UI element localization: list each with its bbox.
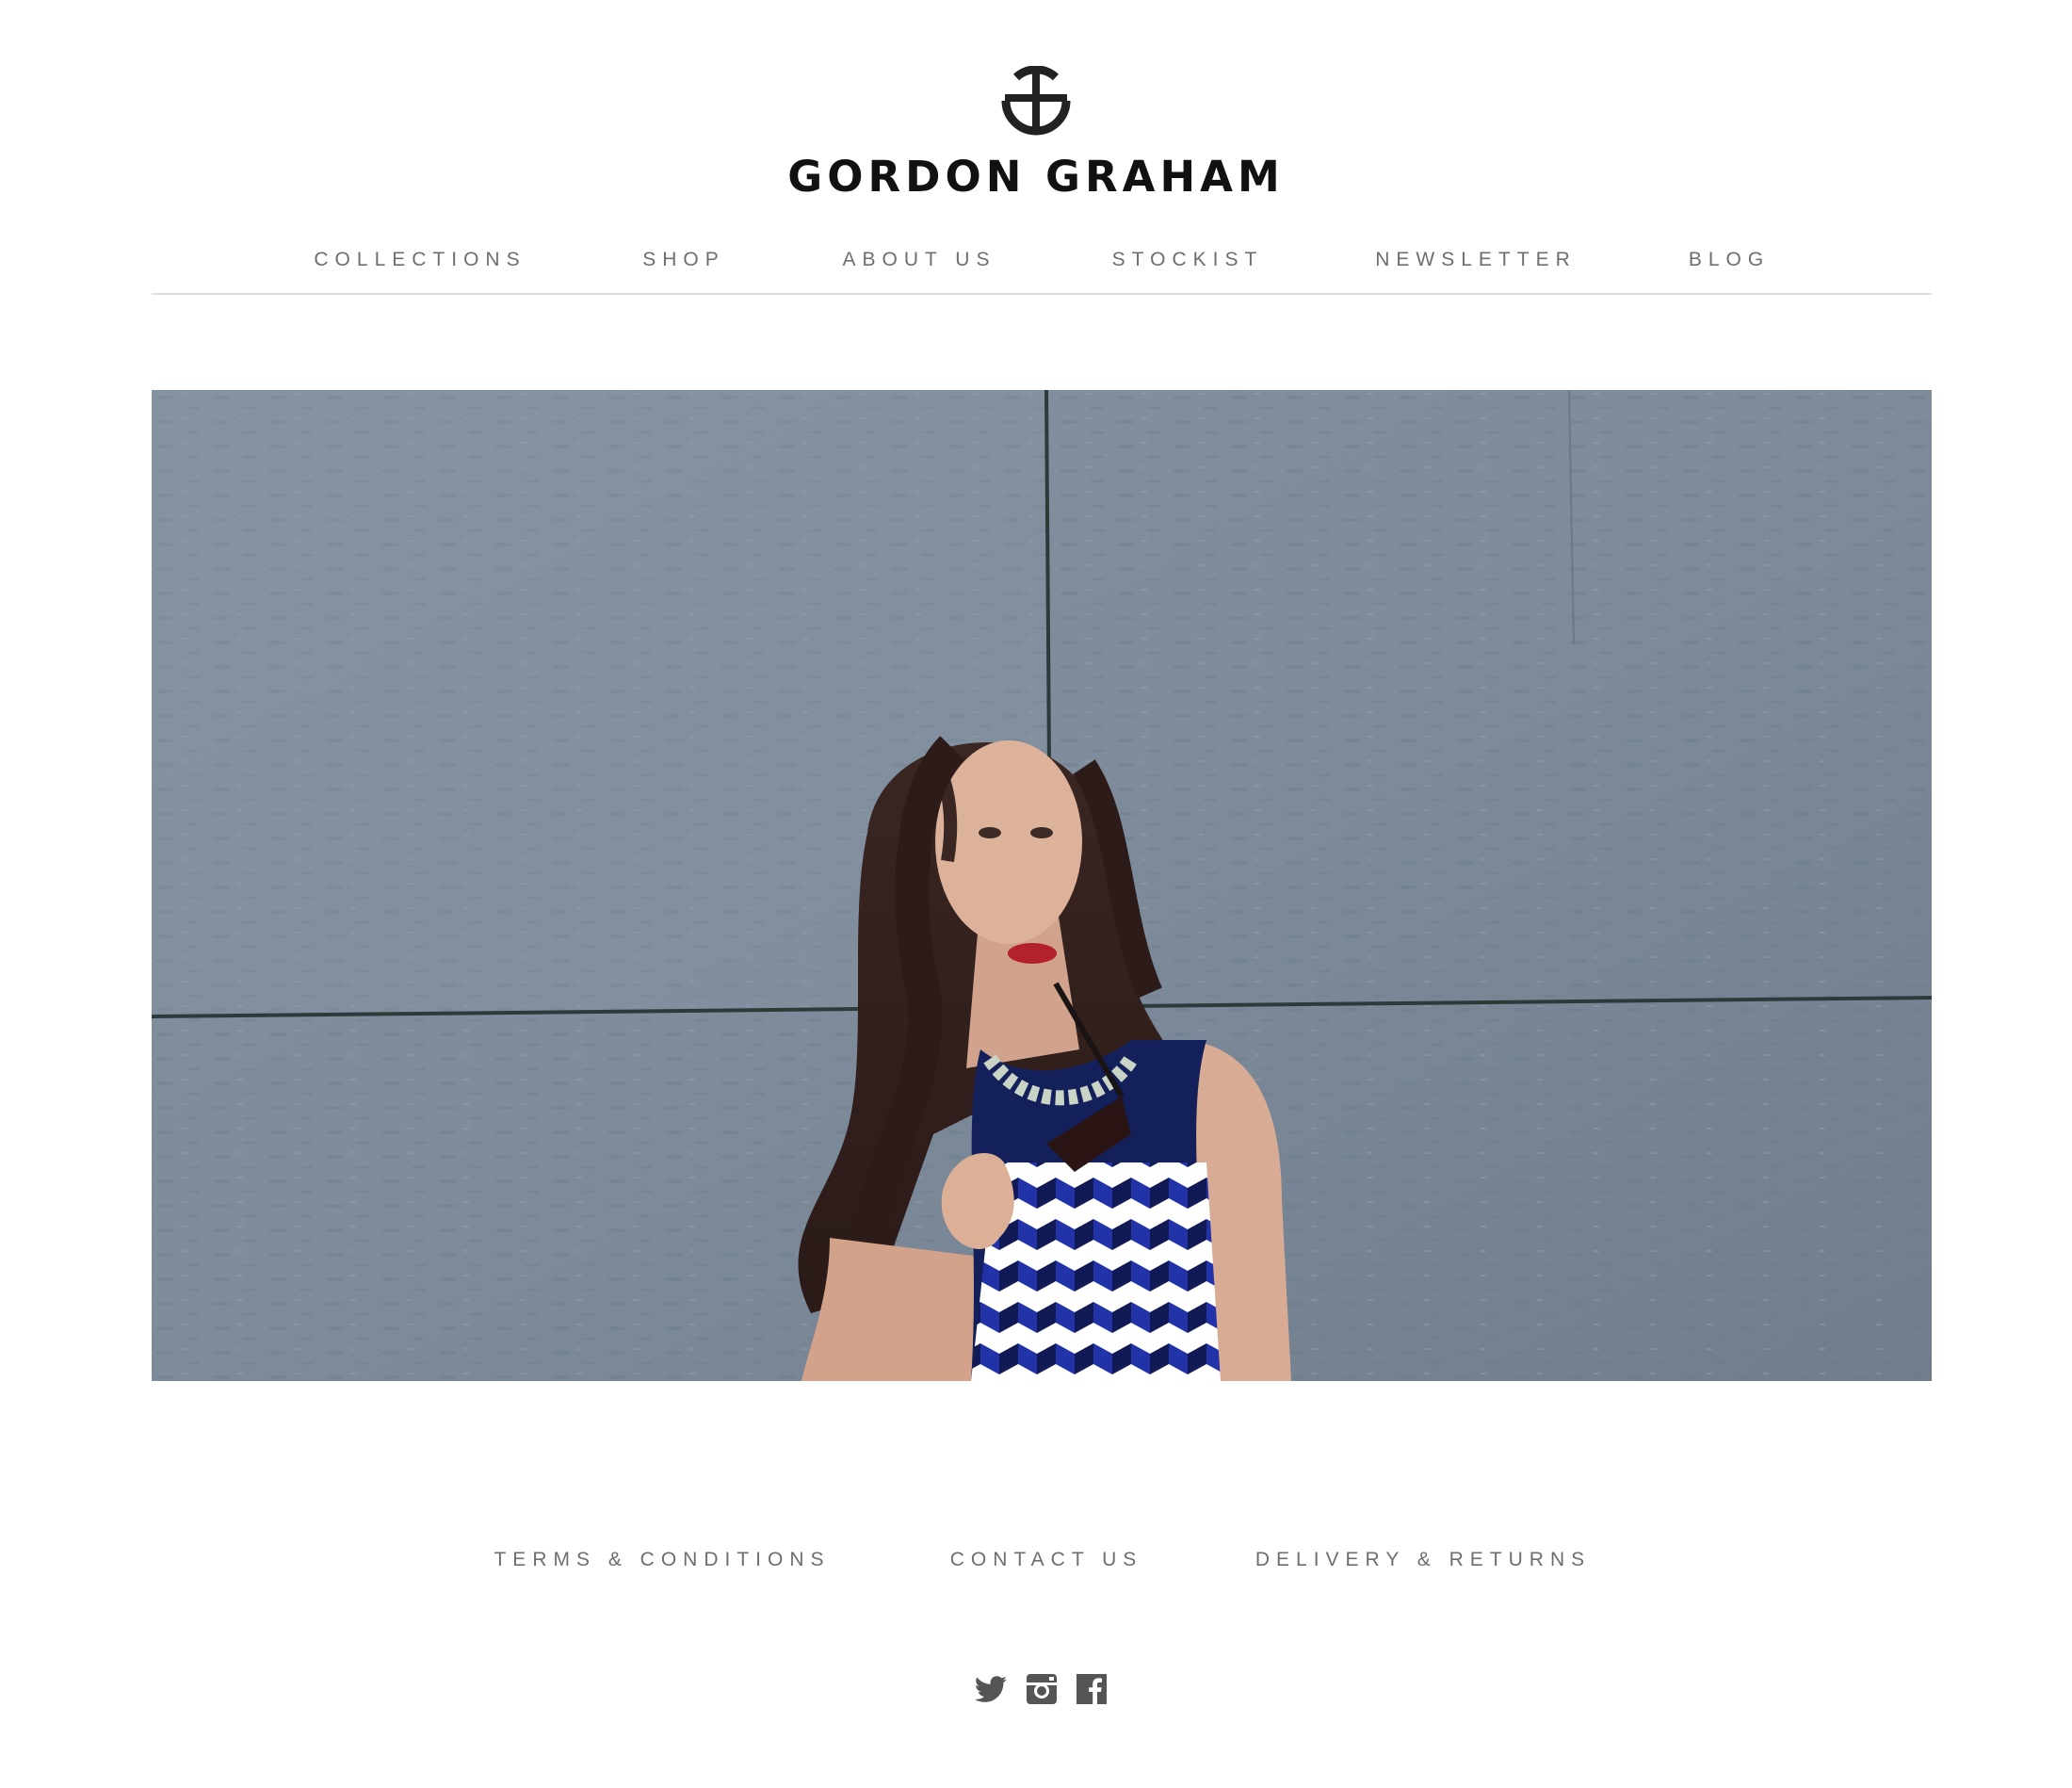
- nav-blog[interactable]: BLOG: [1560, 243, 1899, 277]
- footer-nav: TERMS & CONDITIONS CONTACT US DELIVERY &…: [0, 1543, 2072, 1577]
- main-nav: COLLECTIONS SHOP ABOUT US STOCKIST NEWSL…: [0, 243, 2072, 281]
- hero-image: [152, 390, 1932, 1381]
- nav-divider: [152, 293, 1932, 295]
- twitter-icon[interactable]: [974, 1673, 1008, 1705]
- footer-link-delivery[interactable]: DELIVERY & RETURNS: [1188, 1543, 1659, 1577]
- instagram-icon[interactable]: [1025, 1673, 1059, 1705]
- brand-logo-icon[interactable]: [999, 65, 1073, 139]
- brand-wordmark[interactable]: GORDON GRAHAM: [0, 149, 2072, 205]
- facebook-icon[interactable]: [1075, 1673, 1109, 1705]
